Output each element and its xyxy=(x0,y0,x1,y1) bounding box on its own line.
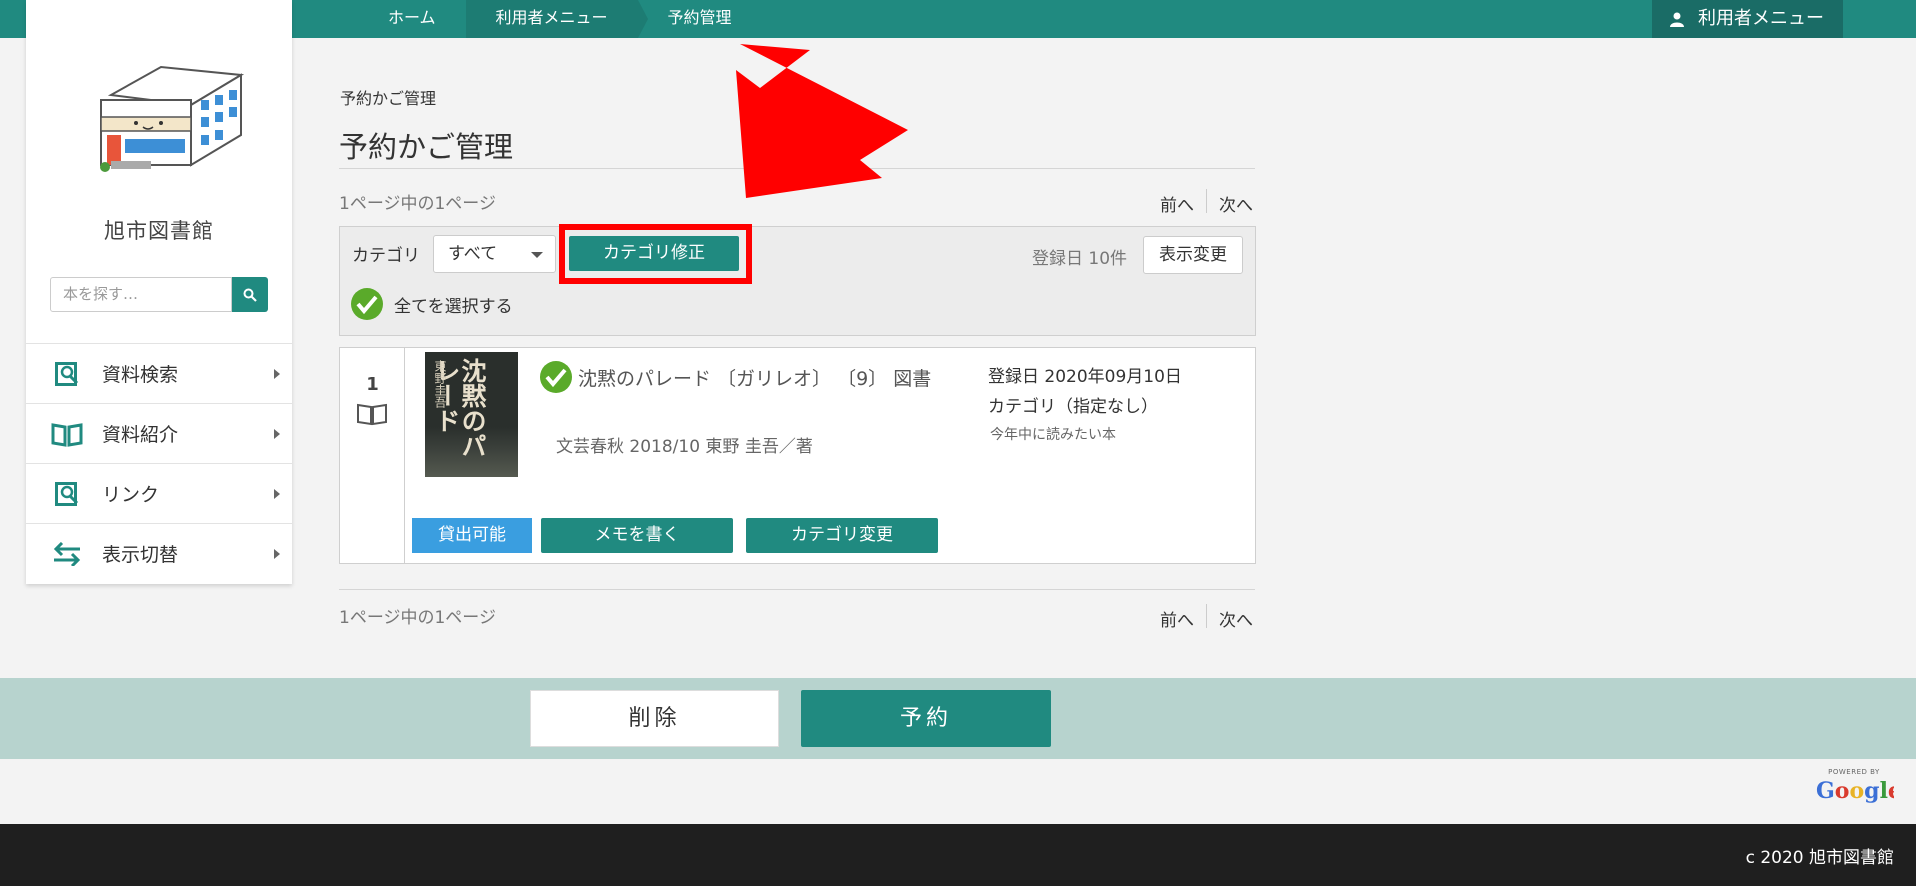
prev-page-link[interactable]: 前へ xyxy=(1160,606,1194,631)
chevron-right-icon xyxy=(274,549,280,559)
chevron-right-icon xyxy=(274,369,280,379)
page-title: 予約かご管理 xyxy=(339,130,514,164)
action-bar: 削除 予約 xyxy=(0,678,1916,759)
powered-by-google: POWERED BY Google xyxy=(1814,768,1902,809)
divider xyxy=(339,589,1255,590)
chevron-right-icon xyxy=(274,429,280,439)
item-category: カテゴリ（指定なし） xyxy=(988,397,1158,417)
breadcrumb-label: 利用者メニュー xyxy=(495,8,608,27)
status-badge: 貸出可能 xyxy=(412,518,532,553)
check-circle-icon xyxy=(351,288,383,320)
select-all-label: 全てを選択する xyxy=(394,296,513,317)
category-change-button[interactable]: カテゴリ変更 xyxy=(746,518,938,553)
sort-info: 登録日 10件 xyxy=(1032,249,1128,269)
search-book-icon xyxy=(50,477,84,511)
breadcrumb: ホーム 利用者メニュー 予約管理 xyxy=(358,0,762,38)
category-select[interactable]: すべて xyxy=(433,235,556,273)
next-page-link[interactable]: 次へ xyxy=(1219,191,1253,216)
breadcrumb-label: 予約管理 xyxy=(667,8,732,27)
open-book-icon xyxy=(50,417,84,451)
check-circle-icon[interactable] xyxy=(539,360,573,394)
breadcrumb-user-menu[interactable]: 利用者メニュー xyxy=(465,0,648,38)
breadcrumb-separator xyxy=(637,0,648,38)
category-select-value: すべて xyxy=(448,244,498,264)
cover-author: 東野圭吾 xyxy=(433,360,447,408)
sidebar-item-label: 資料紹介 xyxy=(102,424,179,446)
item-title-link[interactable]: 沈黙のパレード 〔ガリレオ〕 〔9〕 図書 xyxy=(578,364,948,395)
search-icon xyxy=(243,288,257,302)
cover-title: 沈黙のパレード xyxy=(432,358,487,458)
sidebar-nav: 資料検索 資料紹介 リンク 表示切替 xyxy=(26,343,292,583)
footer: c 2020 旭市図書館 xyxy=(0,824,1916,886)
book-cover[interactable]: 沈黙のパレード 東野圭吾 xyxy=(425,352,518,477)
pager-divider xyxy=(1206,189,1207,213)
reserve-button[interactable]: 予約 xyxy=(801,690,1051,747)
sidebar-item-introduction[interactable]: 資料紹介 xyxy=(26,403,292,463)
pager-divider xyxy=(1206,604,1207,628)
next-page-link[interactable]: 次へ xyxy=(1219,606,1253,631)
delete-button[interactable]: 削除 xyxy=(530,690,779,747)
item-publisher: 文芸春秋 2018/10 東野 圭吾／著 xyxy=(556,437,813,457)
annotation-arrow xyxy=(736,44,908,198)
google-logo: Google xyxy=(1814,776,1902,809)
library-logo[interactable] xyxy=(81,55,261,185)
pager-top: 前へ 次へ xyxy=(1160,189,1253,216)
divider xyxy=(339,168,1255,169)
user-menu-label: 利用者メニュー xyxy=(1698,8,1824,29)
sidebar-item-display-toggle[interactable]: 表示切替 xyxy=(26,523,292,583)
svg-text:Google: Google xyxy=(1816,778,1894,804)
user-menu-button[interactable]: 利用者メニュー xyxy=(1652,0,1843,38)
item-memo: 今年中に読みたい本 xyxy=(990,427,1116,443)
list-item: 1 沈黙のパレード 東野圭吾 沈黙のパレード 〔ガリレオ〕 〔9〕 図書 文芸春… xyxy=(339,347,1256,564)
page-info-bottom: 1ページ中の1ページ xyxy=(339,608,496,628)
item-number-column: 1 xyxy=(340,348,405,563)
sidebar-item-links[interactable]: リンク xyxy=(26,463,292,523)
prev-page-link[interactable]: 前へ xyxy=(1160,191,1194,216)
sidebar-item-label: 資料検索 xyxy=(102,364,179,386)
view-change-button[interactable]: 表示変更 xyxy=(1143,236,1243,274)
search-button[interactable] xyxy=(232,277,268,312)
book-icon xyxy=(357,403,387,426)
search-book-icon xyxy=(50,357,84,391)
filter-panel: カテゴリ すべて カテゴリ修正 登録日 10件 表示変更 全てを選択する xyxy=(339,224,1256,336)
chevron-down-icon xyxy=(531,252,543,258)
select-all-toggle[interactable]: 全てを選択する xyxy=(350,287,513,321)
write-memo-button[interactable]: メモを書く xyxy=(541,518,733,553)
search-input[interactable]: 本を探す… xyxy=(50,277,232,312)
page-info-top: 1ページ中の1ページ xyxy=(339,194,496,214)
powered-by-label: POWERED BY xyxy=(1828,768,1880,776)
pager-bottom: 前へ 次へ xyxy=(1160,604,1253,631)
library-name: 旭市図書館 xyxy=(104,219,214,243)
breadcrumb-label: ホーム xyxy=(388,8,436,27)
sidebar: 旭市図書館 本を探す… 資料検索 資料紹介 リンク 表示切替 xyxy=(26,0,292,584)
sidebar-item-search[interactable]: 資料検索 xyxy=(26,343,292,403)
category-fix-button[interactable]: カテゴリ修正 xyxy=(569,236,739,271)
sidebar-item-label: リンク xyxy=(102,484,160,506)
breadcrumb-current: 予約管理 xyxy=(638,0,762,38)
category-label: カテゴリ xyxy=(352,246,420,266)
google-logo-mark: Google xyxy=(1816,778,1902,804)
sidebar-item-label: 表示切替 xyxy=(102,544,179,566)
item-number: 1 xyxy=(366,374,379,395)
item-registered-date: 登録日 2020年09月10日 xyxy=(988,367,1182,387)
swap-arrows-icon xyxy=(50,537,84,571)
breadcrumb-home[interactable]: ホーム xyxy=(358,0,466,38)
chevron-right-icon xyxy=(274,489,280,499)
breadcrumb-page-title: 予約かご管理 xyxy=(340,89,437,108)
user-icon xyxy=(1670,12,1684,27)
copyright: c 2020 旭市図書館 xyxy=(1745,848,1894,868)
